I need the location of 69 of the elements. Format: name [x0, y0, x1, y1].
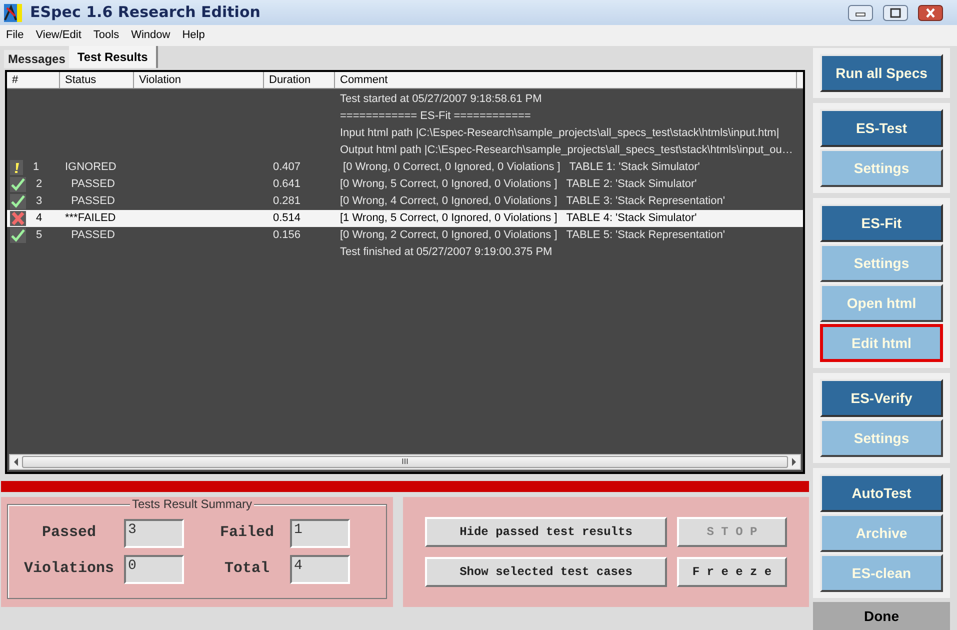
app-logo-icon: [4, 4, 22, 22]
scroll-left-icon[interactable]: [12, 457, 20, 467]
table-row[interactable]: 3 PASSED 0.281 [0 Wrong, 4 Correct, 0 Ignored, 0 Violations ] TABLE 3: 'Stack Representation': [7, 193, 803, 210]
scroll-grip[interactable]: III: [402, 458, 408, 466]
value-field: 0: [124, 555, 184, 584]
column-header[interactable]: Duration: [264, 72, 335, 88]
comment-text: [0 Wrong, 5 Correct, 0 Ignored, 0 Violations ] TABLE 2: 'Stack Simulator': [340, 178, 697, 190]
action-button[interactable]: F r e e z e: [677, 557, 787, 587]
action-button[interactable]: Hide passed test results: [425, 517, 667, 547]
status-text: PASSED: [70, 178, 115, 190]
table-row[interactable]: 2 PASSED 0.641 [0 Wrong, 5 Correct, 0 Ignored, 0 Violations ] TABLE 2: 'Stack Simulator': [7, 176, 803, 193]
group-title: Tests Result Summary: [130, 497, 254, 511]
minimize-icon[interactable]: [848, 4, 873, 20]
duration-text: 0.156: [273, 229, 301, 242]
menu-item[interactable]: View/Edit: [36, 27, 82, 44]
menu-item[interactable]: Tools: [93, 27, 120, 44]
message-text: Output html path |C:\Espec-Research\sample_projects\all_specs_test\stack\htmls\input_ou…: [340, 144, 793, 156]
menu-item[interactable]: Help: [182, 27, 205, 44]
side-button[interactable]: ES-Verify: [820, 379, 943, 417]
scroll-right-icon[interactable]: [790, 457, 798, 467]
column-header[interactable]: Status: [60, 72, 134, 88]
row-number: 5: [36, 228, 42, 244]
menu-item[interactable]: Window: [131, 27, 170, 44]
duration-text: 0.641: [273, 178, 301, 190]
comment-text: [0 Wrong, 4 Correct, 0 Ignored, 0 Violations ] TABLE 3: 'Stack Representation': [340, 195, 725, 208]
field-label: Failed: [218, 523, 275, 544]
message-text: Input html path |C:\Espec-Research\sample_projects\all_specs_test\stack\htmls\input.htm|: [340, 127, 780, 140]
tab[interactable]: Messages: [4, 50, 70, 68]
message-text: Test finished at 05/27/2007 9:19:00.375 PM: [340, 246, 552, 258]
action-button[interactable]: Show selected test cases: [425, 557, 667, 587]
row-number: 3: [36, 194, 42, 210]
status-text: IGNORED: [65, 161, 116, 174]
row-number: 2: [36, 177, 42, 192]
value-field: 1: [290, 519, 350, 548]
table-row[interactable]: 1 IGNORED 0.407 [0 Wrong, 0 Correct, 0 Ignored, 0 Violations ] TABLE 1: 'Stack Simulator': [7, 159, 803, 176]
comment-text: [0 Wrong, 2 Correct, 0 Ignored, 0 Violations ] TABLE 5: 'Stack Representation': [340, 229, 725, 242]
status-text: PASSED: [70, 229, 115, 242]
row-number: 4: [36, 211, 42, 226]
maximize-icon[interactable]: [883, 4, 908, 20]
window-title: ESpec 1.6 Research Edition: [30, 2, 262, 24]
tab[interactable]: Test Results: [69, 46, 158, 68]
field-label: Violations: [22, 559, 115, 580]
row-number: 1: [33, 160, 40, 176]
column-header[interactable]: Comment: [335, 72, 797, 88]
close-icon[interactable]: [918, 4, 943, 20]
field-label: Passed: [40, 523, 97, 544]
value-field: 4: [290, 555, 350, 584]
status-text: ***FAILED: [65, 212, 116, 224]
side-button[interactable]: ES-Test: [820, 109, 943, 147]
duration-text: 0.281: [273, 195, 301, 208]
side-button[interactable]: AutoTest: [820, 474, 943, 512]
comment-text: [1 Wrong, 5 Correct, 0 Ignored, 0 Violations ] TABLE 4: 'Stack Simulator': [340, 212, 697, 224]
column-header[interactable]: Violation: [134, 72, 264, 88]
table-row[interactable]: 5 PASSED 0.156 [0 Wrong, 2 Correct, 0 Ignored, 0 Violations ] TABLE 5: 'Stack Representation': [7, 227, 803, 244]
duration-text: 0.407: [273, 161, 301, 174]
duration-text: 0.514: [273, 212, 301, 224]
table-row[interactable]: 4 ***FAILED 0.514 [1 Wrong, 5 Correct, 0 Ignored, 0 Violations ] TABLE 4: 'Stack Simulator': [7, 210, 803, 227]
column-header[interactable]: #: [7, 72, 60, 88]
field-label: Total: [223, 559, 270, 580]
value-field: 3: [124, 519, 184, 548]
done-button[interactable]: Done: [813, 602, 950, 630]
menu-item[interactable]: File: [6, 27, 24, 44]
side-button[interactable]: ES-Fit: [820, 204, 943, 242]
comment-text: [0 Wrong, 0 Correct, 0 Ignored, 0 Violations ] TABLE 1: 'Stack Simulator': [342, 161, 700, 174]
side-button[interactable]: Run all Specs: [820, 54, 943, 92]
message-text: Test started at 05/27/2007 9:18:58.61 PM: [340, 93, 542, 106]
status-text: PASSED: [70, 195, 115, 208]
message-text: ============ ES-Fit ============: [340, 110, 531, 122]
horizontal-scrollbar[interactable]: III: [9, 454, 801, 470]
